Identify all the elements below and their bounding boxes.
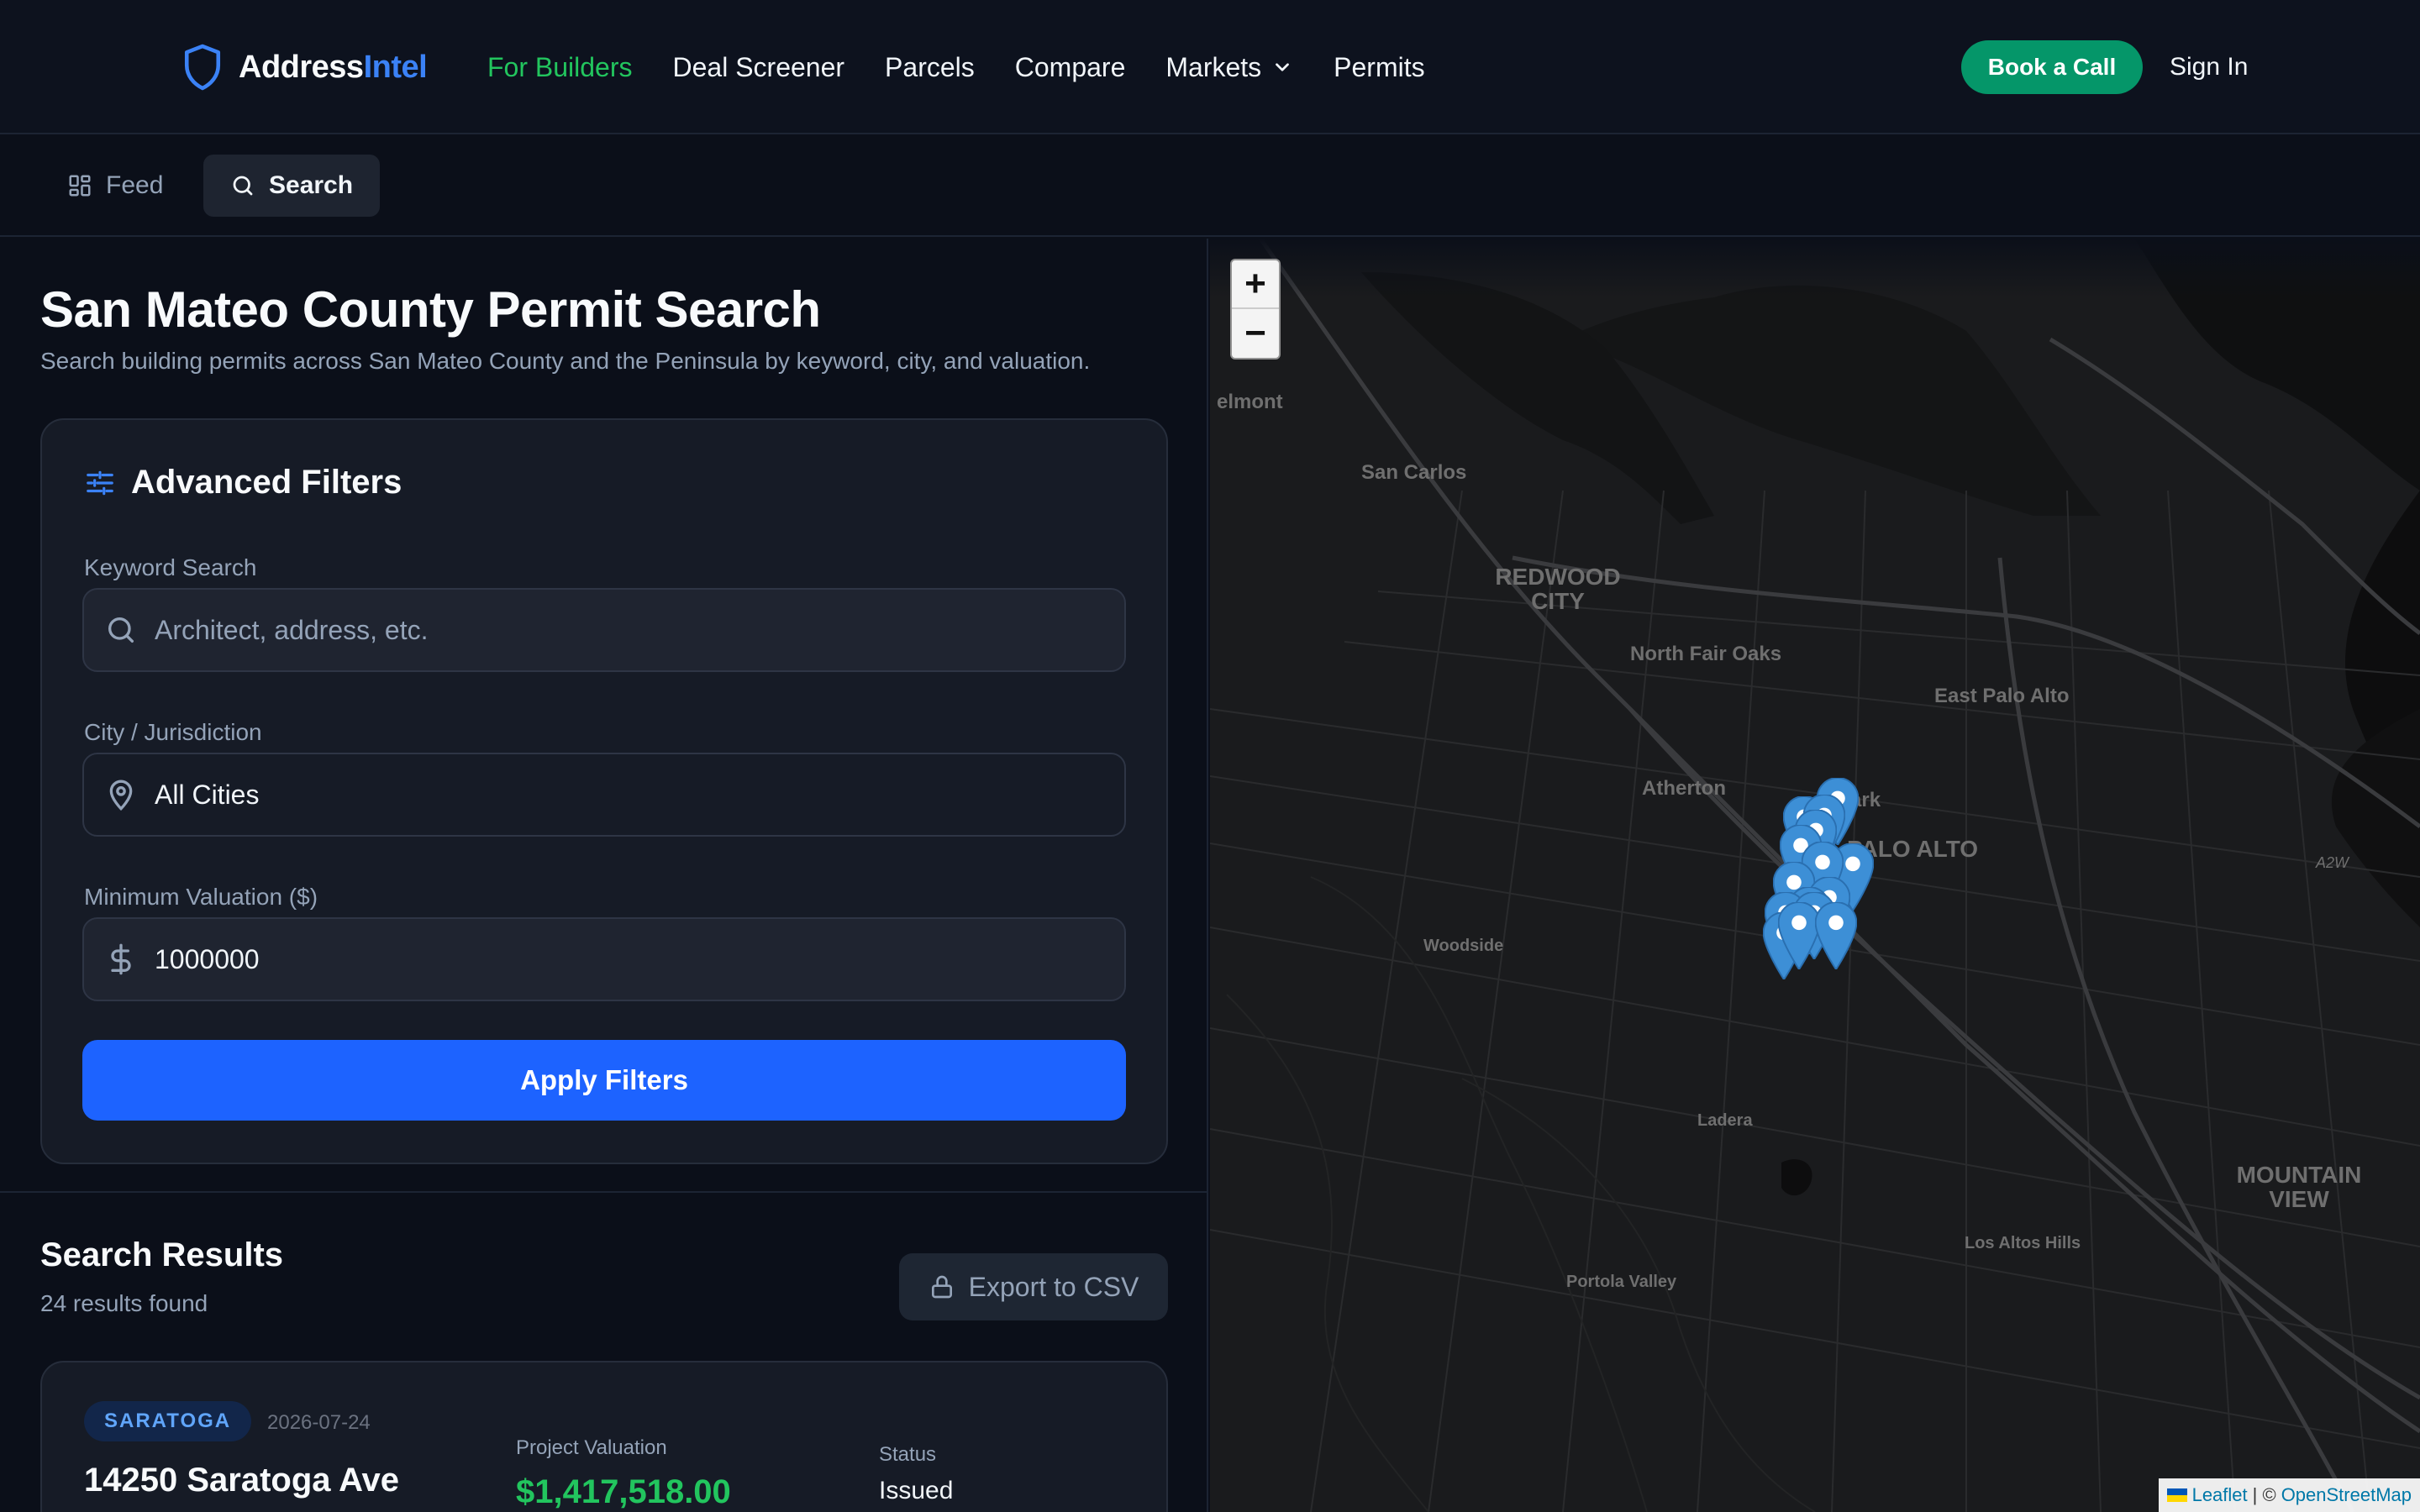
section-divider <box>0 1191 1207 1193</box>
search-icon <box>108 617 134 643</box>
map-label-east-palo-alto: East Palo Alto <box>1934 685 2070 707</box>
zoom-in-button[interactable]: + <box>1232 260 1279 309</box>
results-title: Search Results <box>40 1236 284 1273</box>
keyword-placeholder: Architect, address, etc. <box>155 614 429 645</box>
apply-filters-button[interactable]: Apply Filters <box>82 1040 1126 1121</box>
nav-deal-screener[interactable]: Deal Screener <box>673 44 845 91</box>
valuation-label: Minimum Valuation ($) <box>84 884 318 910</box>
page-title: San Mateo County Permit Search <box>40 281 821 338</box>
map-pin-icon <box>109 780 133 811</box>
city-select[interactable]: All Cities <box>82 753 1126 837</box>
page-subtitle: Search building permits across San Mateo… <box>40 348 1091 374</box>
permit-date: 2026-07-24 <box>267 1411 371 1434</box>
book-call-button[interactable]: Book a Call <box>1961 40 2143 94</box>
map-marker-pin[interactable] <box>1778 902 1820 969</box>
nav-parcels[interactable]: Parcels <box>885 44 975 91</box>
nav-markets-label: Markets <box>1165 51 1262 82</box>
map-view[interactable]: + − elmont San Carlos REDWOOD CITY North… <box>1210 239 2420 1512</box>
nav-compare[interactable]: Compare <box>1015 44 1126 91</box>
hill-roads <box>1226 876 1816 1512</box>
valuation-label: Project Valuation <box>516 1436 667 1459</box>
map-label-woodside: Woodside <box>1423 937 1504 955</box>
keyword-search-input[interactable]: Architect, address, etc. <box>82 588 1126 672</box>
map-label-north-fair-oaks: North Fair Oaks <box>1630 643 1782 665</box>
nav-markets[interactable]: Markets <box>1165 44 1293 91</box>
city-label: City / Jurisdiction <box>84 719 262 745</box>
zoom-out-button[interactable]: − <box>1232 309 1279 358</box>
nav-permits[interactable]: Permits <box>1334 44 1424 91</box>
city-value: All Cities <box>155 779 260 810</box>
osm-link[interactable]: OpenStreetMap <box>2281 1484 2412 1506</box>
map-label-portola-valley: Portola Valley <box>1566 1273 1677 1291</box>
minor-roads <box>1210 490 2420 1512</box>
tab-search-label: Search <box>269 171 354 199</box>
sliders-icon <box>87 470 113 495</box>
search-icon <box>233 176 253 196</box>
attribution-separator: | © <box>2252 1484 2276 1505</box>
advanced-filters-card: Advanced Filters Keyword Search Architec… <box>40 418 1168 1164</box>
tab-feed-label: Feed <box>106 171 164 199</box>
valuation-amount: $1,417,518.00 <box>516 1473 731 1510</box>
zoom-controls: + − <box>1230 259 1281 360</box>
map-label-atherton: Atherton <box>1642 777 1726 800</box>
lock-icon <box>931 1275 952 1299</box>
valuation-value: 1000000 <box>155 943 260 974</box>
status-value: Issued <box>879 1477 954 1504</box>
main-nav: For Builders Deal Screener Parcels Compa… <box>487 44 1425 91</box>
chevron-down-icon <box>1276 63 1290 71</box>
results-count: 24 results found <box>40 1290 208 1316</box>
ukraine-flag-icon <box>2166 1488 2187 1502</box>
filters-title: Advanced Filters <box>131 464 402 501</box>
brand-name: AddressIntel <box>239 49 428 85</box>
lake <box>1781 1159 1812 1196</box>
map-label-san-carlos: San Carlos <box>1361 461 1467 484</box>
map-label-a2w: A2W <box>2316 854 2349 871</box>
sign-in-link[interactable]: Sign In <box>2170 40 2248 94</box>
permit-address: 14250 Saratoga Ave <box>84 1462 400 1499</box>
map-label-ladera: Ladera <box>1697 1111 1753 1130</box>
result-card[interactable]: SARATOGA 2026-07-24 14250 Saratoga Ave P… <box>40 1361 1168 1512</box>
top-navbar: AddressIntel For Builders Deal Screener … <box>0 0 2420 134</box>
search-panel: San Mateo County Permit Search Search bu… <box>0 239 1208 1512</box>
map-label-redwood-city: REDWOOD CITY <box>1495 564 1621 615</box>
map-attribution: Leaflet | © OpenStreetMap <box>2158 1478 2420 1512</box>
export-label: Export to CSV <box>968 1271 1139 1302</box>
tab-search[interactable]: Search <box>203 155 381 217</box>
map-label-los-altos-hills: Los Altos Hills <box>1965 1234 2081 1252</box>
leaflet-link[interactable]: Leaflet <box>2192 1484 2248 1506</box>
map-label-belmont: elmont <box>1217 391 1283 413</box>
map-marker-pin[interactable] <box>1815 902 1857 969</box>
map-top-shade <box>1210 239 2420 297</box>
brand-logo[interactable]: AddressIntel <box>182 40 428 94</box>
sub-navigation: Feed Search <box>0 136 2420 237</box>
city-badge: SARATOGA <box>84 1401 252 1441</box>
min-valuation-input[interactable]: 1000000 <box>82 917 1126 1001</box>
map-label-mountain-view: MOUNTAIN VIEW <box>2236 1162 2362 1213</box>
dollar-icon <box>111 943 131 975</box>
export-csv-button[interactable]: Export to CSV <box>899 1253 1168 1320</box>
status-label: Status <box>879 1443 937 1466</box>
nav-for-builders[interactable]: For Builders <box>487 44 633 91</box>
filters-header: Advanced Filters <box>84 464 402 501</box>
keyword-label: Keyword Search <box>84 554 257 580</box>
grid-icon <box>69 175 91 197</box>
shield-icon <box>184 44 221 91</box>
tab-feed[interactable]: Feed <box>40 155 190 217</box>
